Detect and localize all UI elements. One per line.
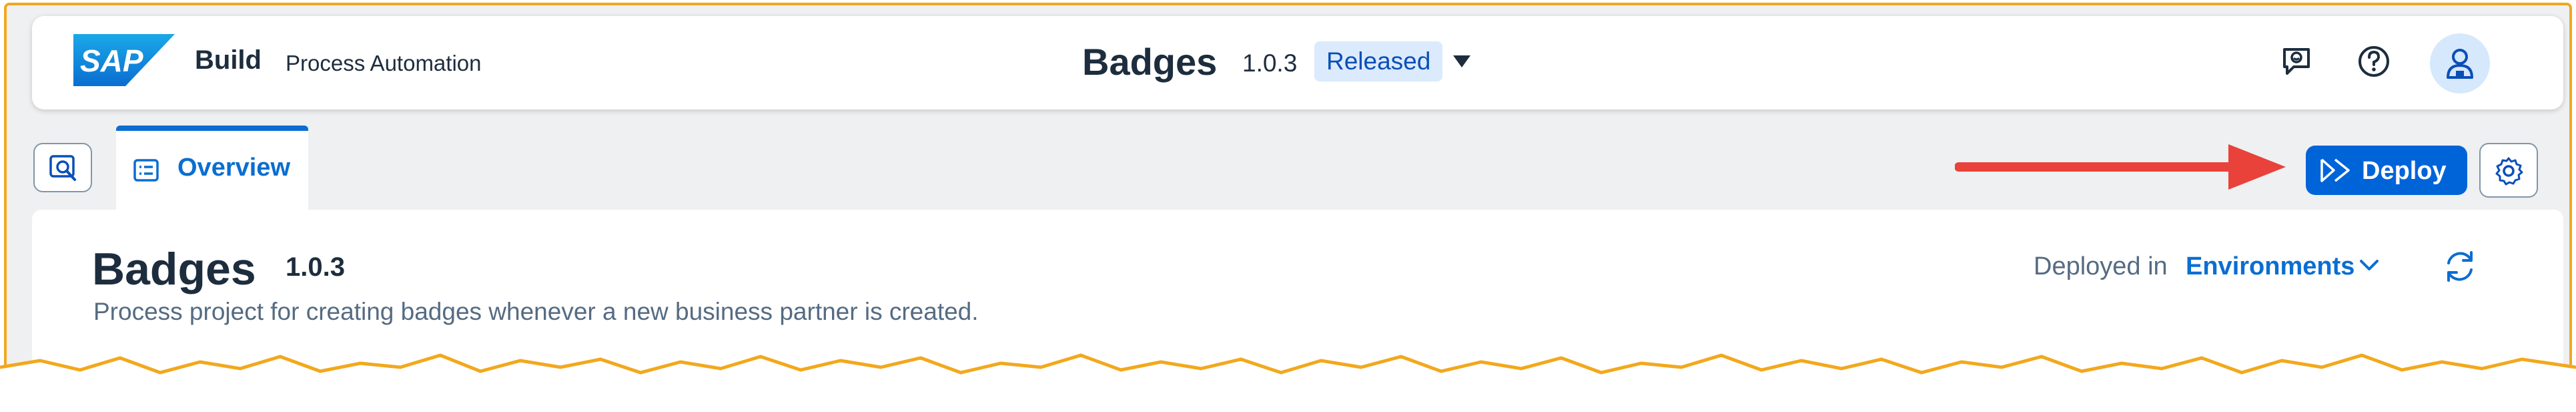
- deploy-button[interactable]: Deploy: [2306, 146, 2467, 195]
- caret-down-icon[interactable]: [1452, 53, 1472, 69]
- deploy-button-label: Deploy: [2362, 157, 2447, 185]
- page-title: Badges: [92, 244, 256, 294]
- user-avatar[interactable]: [2430, 33, 2490, 93]
- refresh-icon[interactable]: [2442, 248, 2478, 284]
- list-icon: [133, 159, 159, 182]
- chevron-down-icon[interactable]: [2359, 259, 2379, 272]
- deployed-in-label: Deployed in: [2034, 252, 2168, 280]
- page-version: 1.0.3: [286, 252, 345, 282]
- sap-logo-text: SAP: [80, 43, 143, 78]
- product-name: Process Automation: [286, 51, 482, 75]
- tab-overview[interactable]: Overview: [116, 126, 308, 211]
- torn-edge: [0, 353, 2576, 412]
- deploy-icon: [2320, 158, 2350, 182]
- sap-logo: SAP: [73, 34, 175, 86]
- tab-overview-label: Overview: [177, 154, 290, 182]
- search-button[interactable]: [33, 143, 92, 192]
- search-icon: [49, 155, 76, 181]
- gear-icon: [2495, 157, 2523, 186]
- project-description: Process project for creating badges when…: [93, 298, 979, 325]
- feedback-icon[interactable]: [2279, 44, 2314, 79]
- shell-bar: SAP Build Process Automation Badges 1.0.…: [32, 16, 2563, 110]
- environments-dropdown[interactable]: Environments: [2186, 252, 2354, 281]
- status-badge: Released: [1314, 41, 1443, 81]
- user-icon: [2447, 49, 2473, 79]
- brand-name: Build: [195, 45, 262, 75]
- annotation-arrow: [1955, 144, 2286, 190]
- settings-button[interactable]: [2479, 143, 2538, 198]
- project-title: Badges: [1082, 41, 1218, 83]
- project-version: 1.0.3: [1242, 49, 1298, 77]
- help-icon[interactable]: [2356, 44, 2391, 79]
